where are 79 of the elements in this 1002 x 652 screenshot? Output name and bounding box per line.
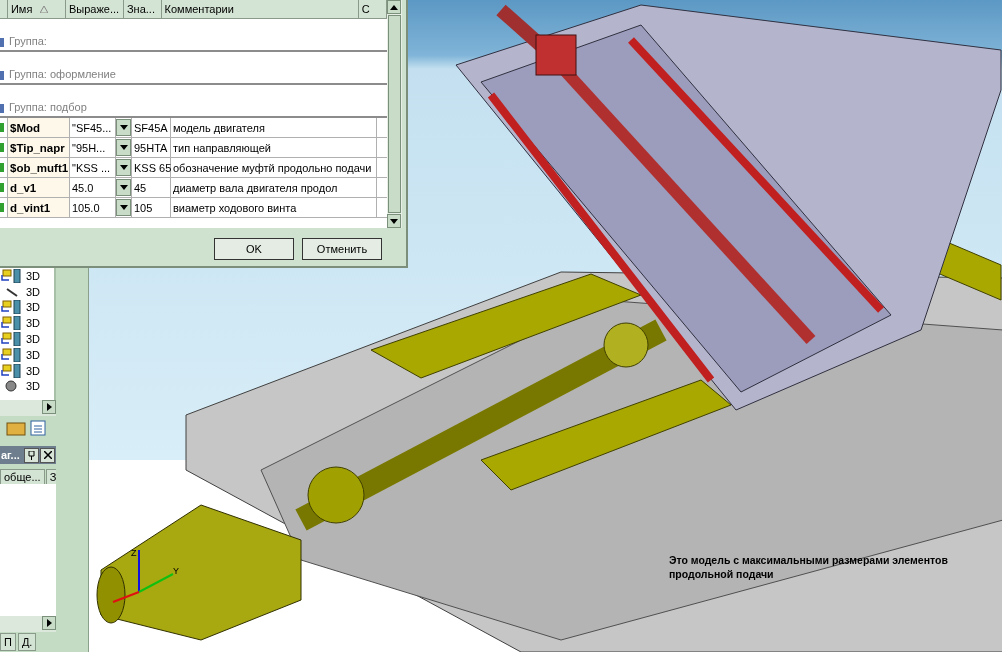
sort-icon: [40, 5, 49, 13]
scrollbar-thumb[interactable]: [388, 15, 401, 213]
variable-icon: [0, 163, 4, 172]
column-header[interactable]: Имя: [7, 0, 66, 18]
tree-item[interactable]: 3D: [0, 362, 54, 379]
group-label: Группа: оформление: [9, 68, 116, 80]
column-header[interactable]: Выраже...: [65, 0, 124, 18]
right-arrow-icon: [46, 619, 52, 627]
caret-icon: [119, 165, 128, 170]
variable-name: $ob_muft1: [8, 158, 70, 177]
tree-item[interactable]: 3D: [0, 378, 54, 395]
model-note: Это модель с максимальными размерами элементов продольной подачи: [669, 553, 949, 581]
axis-label: Y: [173, 566, 179, 576]
comment-cell: модель двигателя: [171, 118, 377, 137]
bottom-tab[interactable]: П: [0, 633, 16, 651]
column-header[interactable]: Комментарии: [161, 0, 359, 18]
caret-icon: [119, 125, 128, 130]
tree-item[interactable]: 3D: [0, 283, 54, 300]
dropdown-button[interactable]: [116, 199, 131, 216]
panel-tab[interactable]: обще...: [0, 469, 45, 484]
variable-name: d_vint1: [8, 198, 70, 217]
scroll-down-button[interactable]: [387, 214, 401, 228]
comment-cell: обозначение муфтй продольно подачи: [171, 158, 377, 177]
group-label: Группа: подбор: [9, 101, 87, 113]
scroll-right-button[interactable]: [42, 616, 56, 630]
group-icon: [0, 71, 4, 80]
bottom-tab[interactable]: Д.: [17, 633, 37, 651]
variable-icon: [0, 183, 4, 192]
variable-name: $Mod: [8, 118, 70, 137]
scroll-up-button[interactable]: [387, 0, 401, 14]
pin-icon: [28, 450, 35, 460]
variable-name: $Tip_napr: [8, 138, 70, 157]
dropdown-button[interactable]: [116, 179, 131, 196]
panel-tab[interactable]: З: [45, 469, 56, 484]
assembly-icon: [1, 332, 23, 347]
caret-icon: [119, 205, 128, 210]
value-cell: 95HTA: [131, 138, 171, 157]
right-arrow-icon: [46, 403, 52, 411]
pin-button[interactable]: [24, 447, 39, 463]
tree-item[interactable]: 3D: [0, 347, 54, 363]
value-cell: KSS 65: [131, 158, 171, 177]
tree-item[interactable]: 3D: [0, 315, 54, 332]
variable-icon: [0, 143, 4, 152]
variable-icon: [0, 123, 4, 132]
value-cell: 105: [131, 198, 171, 217]
caret-icon: [119, 145, 128, 150]
variable-name: d_v1: [8, 178, 70, 197]
group-label: Группа:: [9, 35, 47, 47]
dialog-button[interactable]: Отменить: [302, 238, 382, 260]
assembly-icon: [1, 268, 23, 283]
dropdown-button[interactable]: [116, 119, 131, 136]
dropdown-button[interactable]: [116, 139, 131, 156]
column-header[interactable]: Зна...: [123, 0, 162, 18]
dialog-button[interactable]: OK: [214, 238, 294, 260]
scroll-right-button[interactable]: [42, 400, 56, 414]
assembly-icon: [1, 316, 23, 331]
assembly-icon: [1, 363, 23, 378]
group-icon: [0, 104, 4, 113]
close-icon: [43, 451, 52, 459]
value-cell: SF45A: [131, 118, 171, 137]
down-arrow-icon: [390, 218, 398, 224]
assembly-icon: [1, 300, 23, 315]
assembly-icon: [1, 347, 23, 362]
up-arrow-icon: [390, 4, 398, 10]
document-icon[interactable]: [28, 419, 48, 437]
comment-cell: виаметр ходового винта: [171, 198, 377, 217]
comment-cell: тип направляющей: [171, 138, 377, 157]
tree-item[interactable]: 3D: [0, 268, 54, 284]
close-button[interactable]: [40, 447, 55, 463]
panel-title: аг...: [1, 449, 20, 461]
caret-icon: [119, 185, 128, 190]
tree-item[interactable]: 3D: [0, 331, 54, 347]
axis-label: Z: [131, 548, 137, 558]
value-cell: 45: [131, 178, 171, 197]
group-icon: [0, 38, 4, 47]
variable-icon: [0, 203, 4, 212]
dropdown-button[interactable]: [116, 159, 131, 176]
comment-cell: диаметр вала двигателя продол: [171, 178, 377, 197]
tree-item[interactable]: 3D: [0, 299, 54, 316]
